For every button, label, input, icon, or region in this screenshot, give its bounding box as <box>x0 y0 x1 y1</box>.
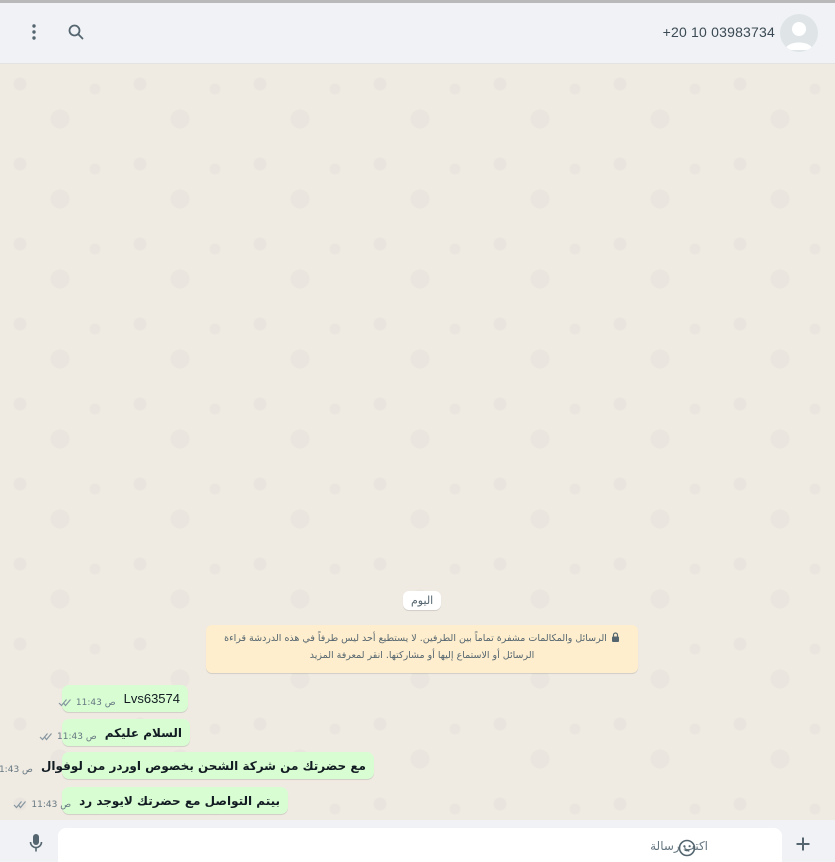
default-avatar-icon <box>785 22 813 50</box>
chat-header: +20 10 03983734 <box>0 3 835 64</box>
message-meta: 11:43 ص <box>13 800 71 810</box>
message-meta: 11:43 ص <box>0 765 33 775</box>
search-button[interactable] <box>64 20 88 44</box>
attach-button[interactable] <box>792 831 814 857</box>
message-time: 11:43 ص <box>31 799 72 810</box>
contact-title[interactable]: +20 10 03983734 <box>663 21 775 43</box>
encryption-notice[interactable]: الرسائل والمكالمات مشفرة تماماً بين الطر… <box>206 625 638 673</box>
double-check-icon <box>39 732 53 741</box>
lock-icon <box>611 632 620 648</box>
message-time: 11:43 ص <box>75 697 116 708</box>
message-text: مع حضرتك من شركة الشحن بخصوص اوردر من لو… <box>40 758 366 773</box>
message-text: Lvs63574 <box>123 691 180 706</box>
emoji-button[interactable] <box>677 838 697 858</box>
message-bubble[interactable]: مع حضرتك من شركة الشحن بخصوص اوردر من لو… <box>0 752 374 779</box>
double-check-icon <box>13 800 27 809</box>
message-bubble[interactable]: السلام عليكم 11:43 ص <box>39 719 190 746</box>
message-meta: 11:43 ص <box>39 732 97 742</box>
message-input[interactable]: اكتب رسالة <box>58 828 782 862</box>
message-bubble[interactable]: بيتم التواصل مع حضرتك لايوجد رد 11:43 ص <box>13 787 288 814</box>
message-text: بيتم التواصل مع حضرتك لايوجد رد <box>79 793 280 808</box>
microphone-icon <box>29 834 43 852</box>
composer-bar: اكتب رسالة <box>0 820 835 862</box>
message-meta: 11:43 ص <box>58 698 116 708</box>
emoji-icon <box>678 839 696 857</box>
conversation-panel[interactable]: اليوم الرسائل والمكالمات مشفرة تماماً بي… <box>0 64 835 820</box>
message-time: 11:43 ص <box>57 731 97 742</box>
message-time: 11:43 ص <box>0 764 33 775</box>
encryption-notice-text: الرسائل والمكالمات مشفرة تماماً بين الطر… <box>224 633 607 661</box>
voice-message-button[interactable] <box>24 829 48 857</box>
avatar[interactable] <box>780 14 818 52</box>
search-icon <box>68 24 84 40</box>
menu-button[interactable] <box>22 20 46 44</box>
double-check-icon <box>58 698 72 707</box>
vertical-dots-icon <box>32 24 36 40</box>
day-separator: اليوم <box>403 591 442 610</box>
message-bubble[interactable]: Lvs63574 11:43 ص <box>58 685 188 712</box>
plus-icon <box>796 837 810 851</box>
message-text: السلام عليكم <box>104 725 182 740</box>
